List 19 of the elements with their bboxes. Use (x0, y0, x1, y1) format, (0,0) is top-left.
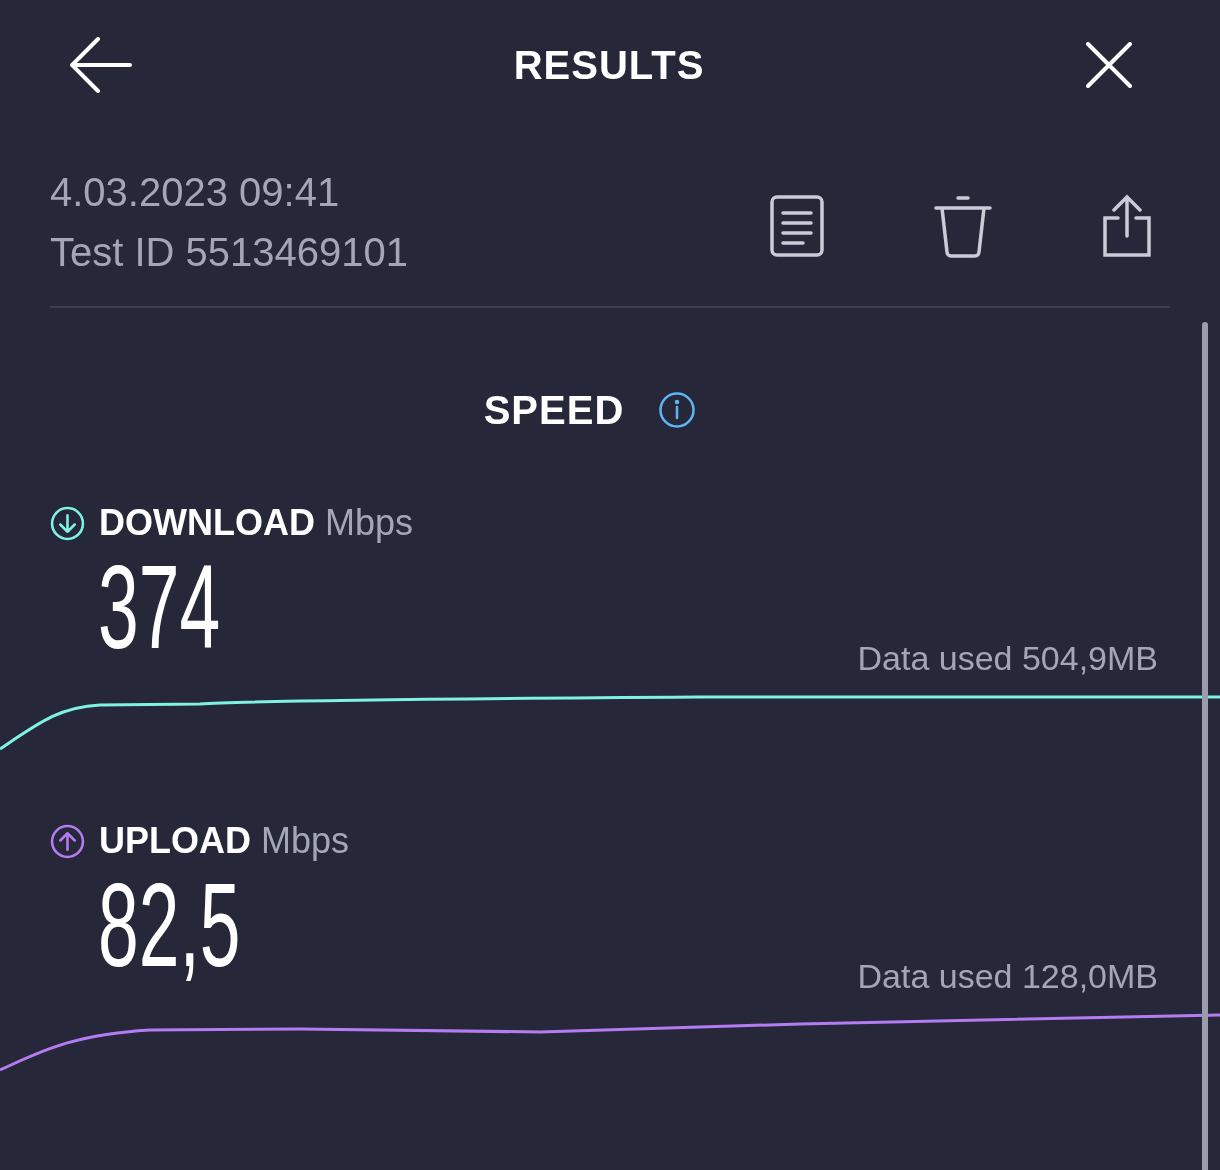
screen-title: RESULTS (513, 42, 705, 89)
speed-value: 374 (98, 548, 221, 666)
test-date: 4.03.2023 09:41 (50, 169, 341, 216)
info-icon[interactable] (658, 391, 697, 429)
section-title: SPEED (483, 387, 625, 434)
scrollbar[interactable] (1202, 322, 1208, 1170)
metric-unit: Mbps (261, 819, 350, 863)
back-arrow-icon[interactable] (70, 37, 132, 93)
close-icon[interactable] (1086, 42, 1132, 88)
data-used: Data used 504,9MB (857, 638, 1158, 679)
data-used: Data used 128,0MB (857, 956, 1158, 997)
share-icon[interactable] (1102, 194, 1152, 258)
document-icon[interactable] (770, 195, 824, 257)
metric-unit: Mbps (324, 501, 413, 545)
trash-icon[interactable] (934, 194, 992, 258)
metric-label: DOWNLOAD (99, 501, 315, 545)
test-id: Test ID 5513469101 (50, 229, 409, 276)
speed-value: 82,5 (98, 866, 241, 984)
metric-label: UPLOAD (99, 819, 251, 863)
